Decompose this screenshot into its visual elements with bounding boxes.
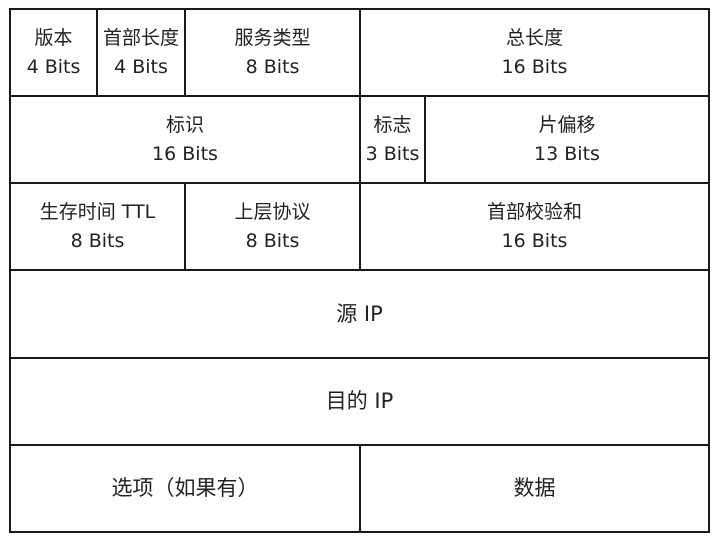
field-fragment-offset-bits: 13 Bits bbox=[534, 142, 600, 165]
field-protocol-label: 上层协议 bbox=[234, 200, 311, 223]
field-dest-ip-label: 目的 IP bbox=[325, 389, 394, 413]
field-total-length-bits: 16 Bits bbox=[501, 55, 568, 78]
field-flags-label: 标志 bbox=[373, 113, 412, 136]
field-data: 数据 bbox=[359, 444, 710, 533]
field-source-ip-label: 源 IP bbox=[336, 301, 383, 326]
field-protocol: 上层协议 8 Bits bbox=[184, 182, 361, 271]
field-version: 版本 4 Bits bbox=[9, 8, 98, 97]
field-data-label: 数据 bbox=[513, 476, 556, 500]
field-identification-bits: 16 Bits bbox=[152, 142, 218, 165]
field-identification: 标识 16 Bits bbox=[9, 95, 361, 184]
field-tos: 服务类型 8 Bits bbox=[184, 8, 361, 97]
field-options: 选项（如果有） bbox=[9, 444, 361, 533]
field-total-length: 总长度 16 Bits bbox=[359, 8, 710, 97]
field-ihl: 首部长度 4 Bits bbox=[96, 8, 186, 97]
field-flags-bits: 3 Bits bbox=[365, 142, 420, 165]
field-identification-label: 标识 bbox=[165, 113, 204, 136]
field-ttl-label: 生存时间 TTL bbox=[39, 200, 156, 223]
field-ihl-bits: 4 Bits bbox=[114, 55, 168, 78]
field-tos-label: 服务类型 bbox=[234, 26, 311, 49]
field-checksum-label: 首部校验和 bbox=[486, 200, 582, 223]
field-flags: 标志 3 Bits bbox=[359, 95, 426, 184]
field-version-label: 版本 bbox=[34, 26, 73, 49]
field-ttl: 生存时间 TTL 8 Bits bbox=[9, 182, 186, 271]
field-dest-ip: 目的 IP bbox=[9, 357, 710, 446]
field-tos-bits: 8 Bits bbox=[245, 55, 300, 78]
field-ttl-bits: 8 Bits bbox=[70, 229, 125, 252]
field-source-ip: 源 IP bbox=[9, 269, 710, 359]
field-options-label: 选项（如果有） bbox=[111, 476, 259, 500]
field-checksum: 首部校验和 16 Bits bbox=[359, 182, 710, 271]
field-checksum-bits: 16 Bits bbox=[501, 229, 568, 252]
field-version-bits: 4 Bits bbox=[26, 55, 81, 78]
field-fragment-offset-label: 片偏移 bbox=[538, 113, 596, 136]
field-protocol-bits: 8 Bits bbox=[245, 229, 300, 252]
field-ihl-label: 首部长度 bbox=[102, 26, 179, 49]
field-total-length-label: 总长度 bbox=[505, 26, 563, 49]
field-fragment-offset: 片偏移 13 Bits bbox=[424, 95, 710, 184]
